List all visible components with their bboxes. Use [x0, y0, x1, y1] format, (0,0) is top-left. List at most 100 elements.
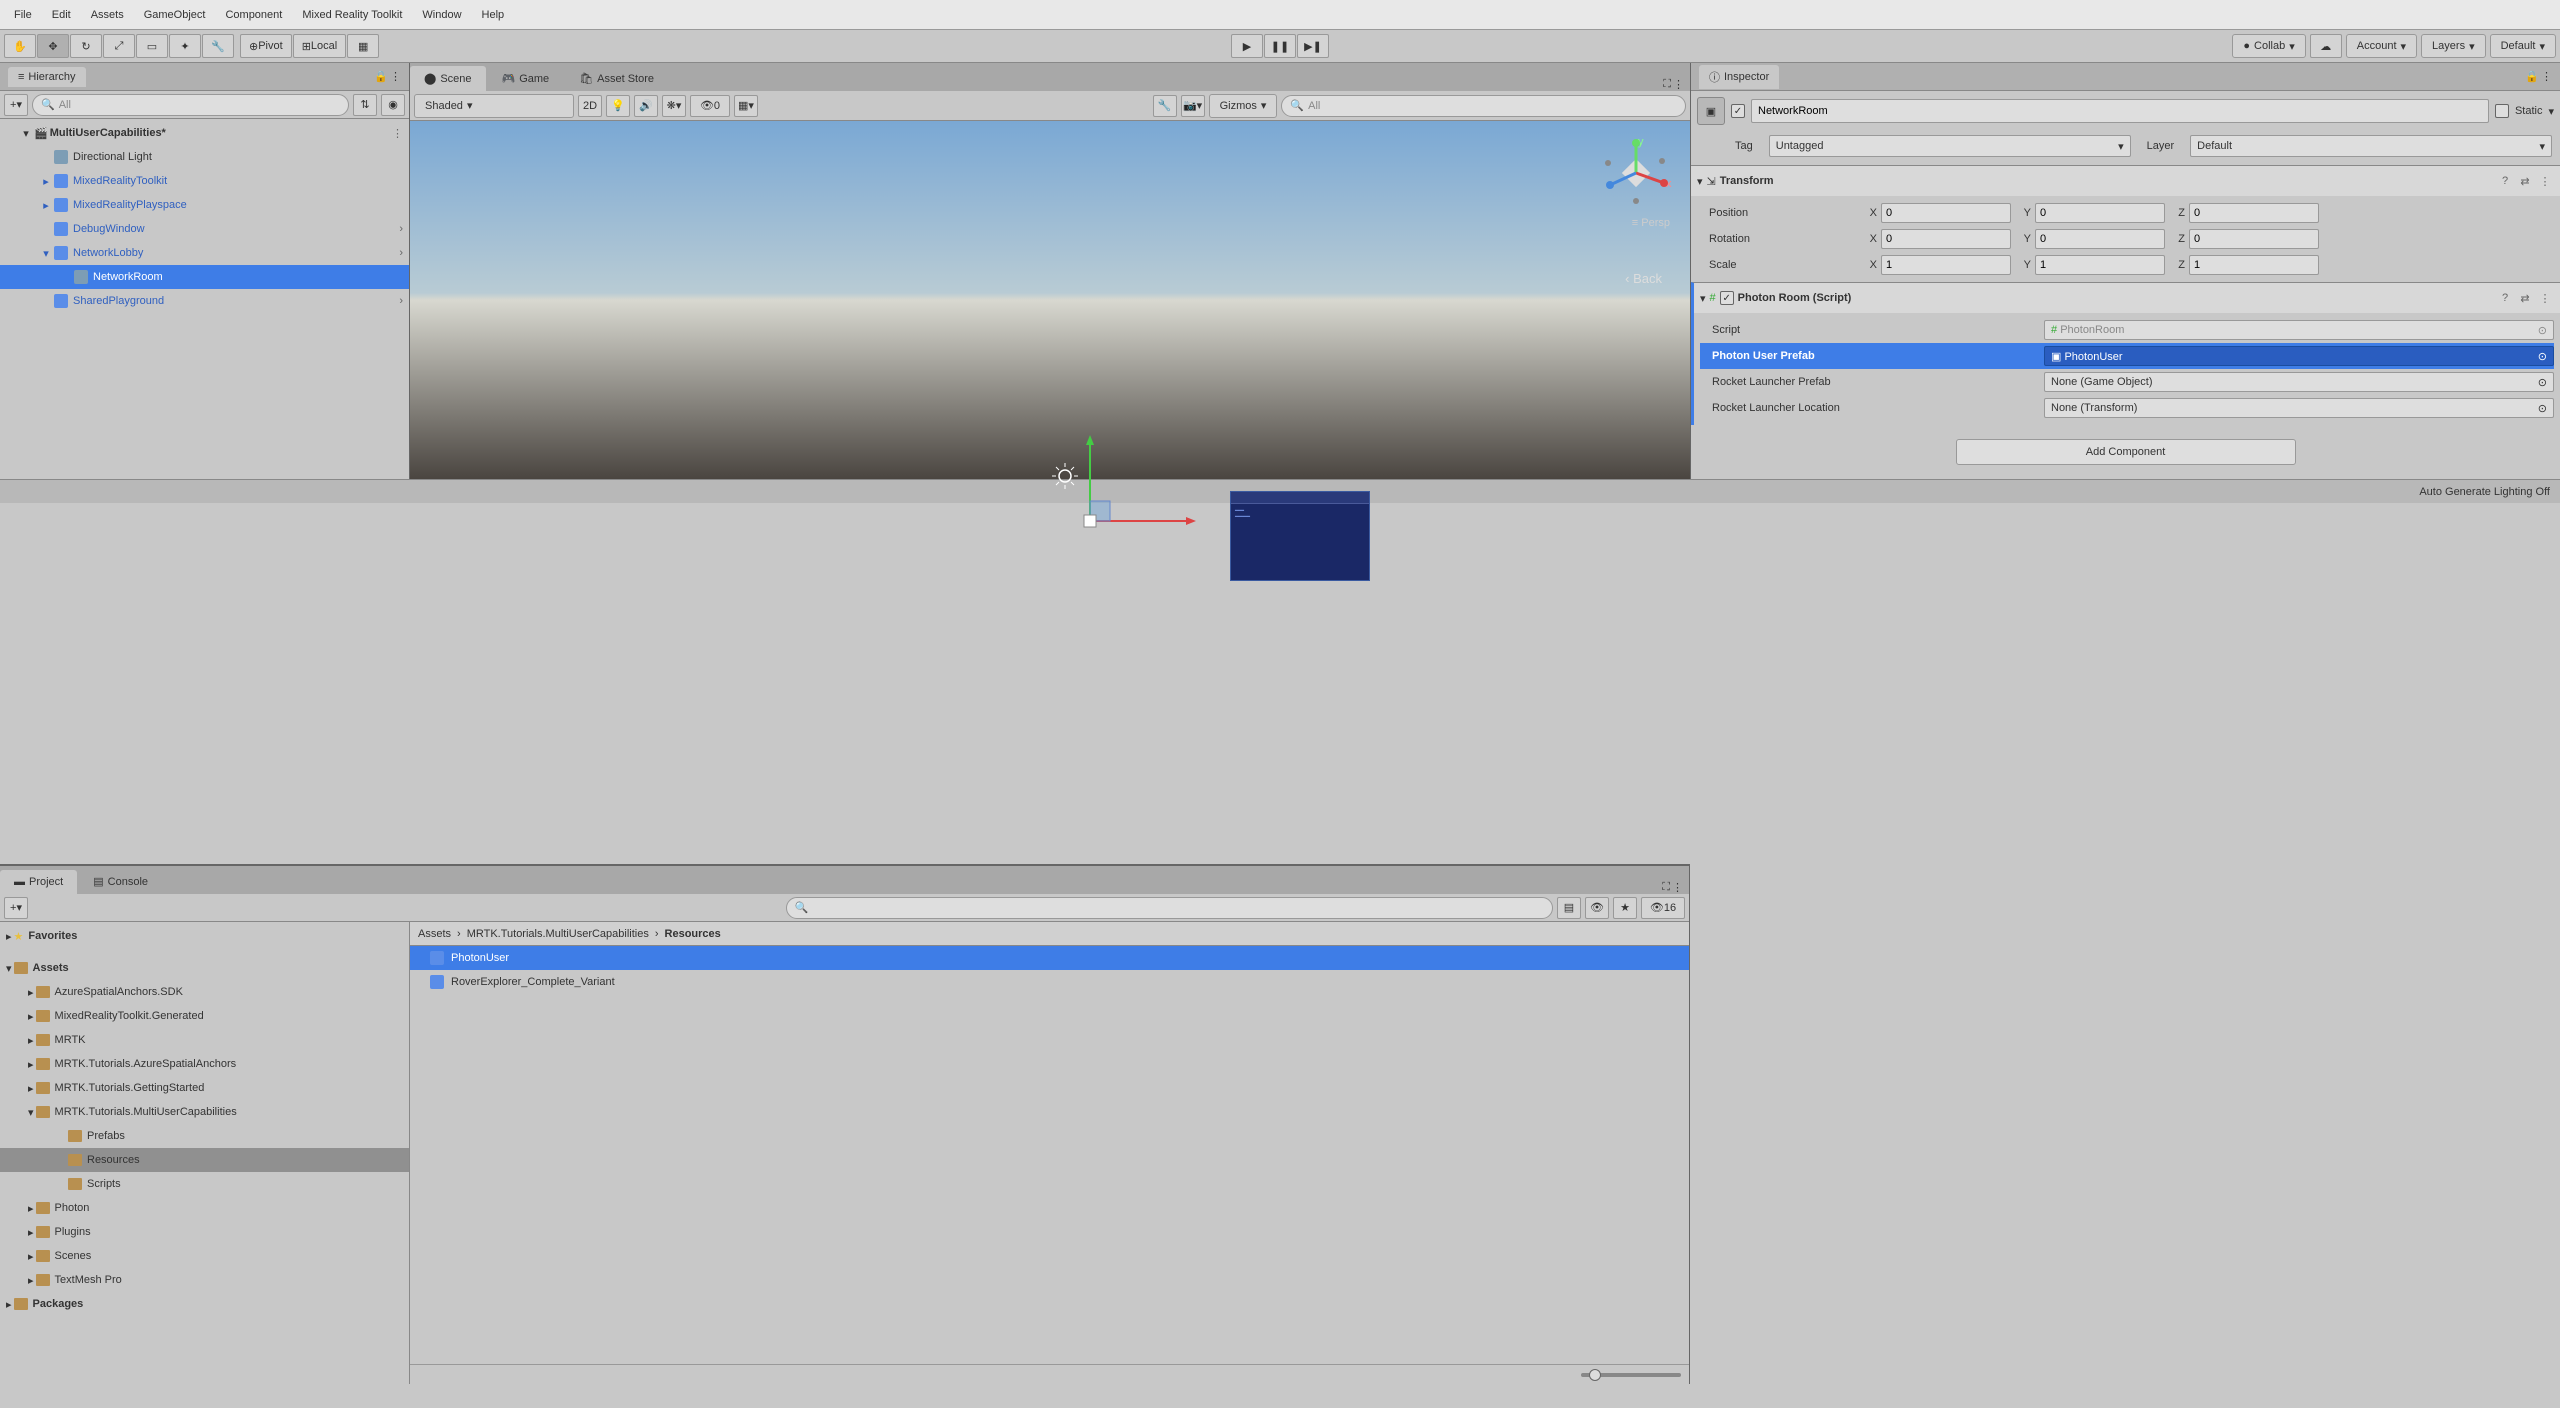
- move-gizmo[interactable]: [1040, 431, 1220, 561]
- menu-icon[interactable]: ⋮: [1673, 78, 1684, 91]
- hand-tool[interactable]: ✋: [4, 34, 36, 58]
- position-x-input[interactable]: [1881, 203, 2011, 223]
- custom-tool[interactable]: 🔧: [202, 34, 234, 58]
- pause-button[interactable]: ❚❚: [1264, 34, 1296, 58]
- breadcrumb-item[interactable]: Resources: [665, 928, 721, 940]
- lock-icon[interactable]: 🔒: [374, 70, 388, 83]
- project-search[interactable]: 🔍: [786, 897, 1554, 919]
- asset-photonuser[interactable]: PhotonUser: [410, 946, 1689, 970]
- assets-folder[interactable]: ▾Assets: [0, 956, 409, 980]
- folder-item[interactable]: ▸MRTK.Tutorials.AzureSpatialAnchors: [0, 1052, 409, 1076]
- fx-toggle[interactable]: ❋▾: [662, 95, 686, 117]
- collab-dropdown[interactable]: ●Collab▾: [2232, 34, 2305, 58]
- scene-root[interactable]: ▾🎬 MultiUserCapabilities* ⋮: [0, 121, 409, 145]
- position-z-input[interactable]: [2189, 203, 2319, 223]
- hier-filter[interactable]: ◉: [381, 94, 405, 116]
- object-name-input[interactable]: [1751, 99, 2489, 123]
- preset-icon[interactable]: ⇄: [2516, 292, 2534, 305]
- hier-sort[interactable]: ⇅: [353, 94, 377, 116]
- move-tool[interactable]: ✥: [37, 34, 69, 58]
- persp-label[interactable]: ≡ Persp: [1632, 217, 1670, 229]
- layer-dropdown[interactable]: Default▾: [2190, 135, 2552, 157]
- folder-item[interactable]: ▸MixedRealityToolkit.Generated: [0, 1004, 409, 1028]
- tree-item-playspace[interactable]: ▸MixedRealityPlayspace: [0, 193, 409, 217]
- tree-item-mrtk[interactable]: ▸MixedRealityToolkit: [0, 169, 409, 193]
- breadcrumb-item[interactable]: MRTK.Tutorials.MultiUserCapabilities: [467, 928, 649, 940]
- menu-assets[interactable]: Assets: [81, 5, 134, 25]
- rotate-tool[interactable]: ↻: [70, 34, 102, 58]
- folder-item[interactable]: ▸MRTK.Tutorials.GettingStarted: [0, 1076, 409, 1100]
- tag-dropdown[interactable]: Untagged▾: [1769, 135, 2131, 157]
- menu-icon[interactable]: ⋮: [390, 70, 401, 83]
- menu-edit[interactable]: Edit: [42, 5, 81, 25]
- hierarchy-search[interactable]: 🔍 All: [32, 94, 349, 116]
- account-dropdown[interactable]: Account ▾: [2346, 34, 2417, 58]
- tree-item-sharedplayground[interactable]: SharedPlayground›: [0, 289, 409, 313]
- snap-toggle[interactable]: ▦: [347, 34, 379, 58]
- cloud-button[interactable]: ☁: [2310, 34, 2342, 58]
- rotation-z-input[interactable]: [2189, 229, 2319, 249]
- layout-dropdown[interactable]: Default ▾: [2490, 34, 2556, 58]
- scale-tool[interactable]: ⤢: [103, 34, 135, 58]
- lighting-status[interactable]: Auto Generate Lighting Off: [2419, 486, 2550, 498]
- pivot-toggle[interactable]: ⊕Pivot: [240, 34, 292, 58]
- folder-item[interactable]: ▸MRTK: [0, 1028, 409, 1052]
- 2d-toggle[interactable]: 2D: [578, 95, 602, 117]
- tree-item-networkroom[interactable]: NetworkRoom: [0, 265, 409, 289]
- create-dropdown[interactable]: +▾: [4, 897, 28, 919]
- layers-dropdown[interactable]: Layers ▾: [2421, 34, 2486, 58]
- game-tab[interactable]: 🎮 Game: [488, 66, 564, 91]
- create-dropdown[interactable]: +▾: [4, 94, 28, 116]
- scene-tab[interactable]: ⬤ Scene: [410, 66, 486, 91]
- menu-component[interactable]: Component: [215, 5, 292, 25]
- asset-roverexplorer[interactable]: RoverExplorer_Complete_Variant: [410, 970, 1689, 994]
- breadcrumb-item[interactable]: Assets: [418, 928, 451, 940]
- folder-item[interactable]: ▸Plugins: [0, 1220, 409, 1244]
- rotation-y-input[interactable]: [2035, 229, 2165, 249]
- scene-viewport[interactable]: y x ≡ Persp ‹ Back: [410, 121, 1690, 479]
- local-toggle[interactable]: ⊞Local: [293, 34, 347, 58]
- scale-z-input[interactable]: [2189, 255, 2319, 275]
- menu-gameobject[interactable]: GameObject: [134, 5, 216, 25]
- user-prefab-field[interactable]: ▣ PhotonUser⊙: [2044, 346, 2554, 366]
- help-icon[interactable]: ?: [2496, 292, 2514, 305]
- tree-item-debugwindow[interactable]: DebugWindow›: [0, 217, 409, 241]
- step-button[interactable]: ▶❚: [1297, 34, 1329, 58]
- hidden-toggle[interactable]: 👁 0: [690, 95, 730, 117]
- asset-store-tab[interactable]: 🛍 Asset Store: [565, 66, 668, 91]
- launcher-loc-field[interactable]: None (Transform)⊙: [2044, 398, 2554, 418]
- orientation-gizmo[interactable]: y x: [1596, 133, 1676, 213]
- folder-item[interactable]: ▸Scenes: [0, 1244, 409, 1268]
- lighting-toggle[interactable]: 💡: [606, 95, 630, 117]
- filter-icon[interactable]: ▤: [1557, 897, 1581, 919]
- star-icon[interactable]: ★: [1613, 897, 1637, 919]
- gizmos-dropdown[interactable]: Gizmos ▾: [1209, 94, 1278, 118]
- packages-folder[interactable]: ▸Packages: [0, 1292, 409, 1316]
- menu-mrtk[interactable]: Mixed Reality Toolkit: [292, 5, 412, 25]
- zoom-slider[interactable]: [1581, 1373, 1681, 1377]
- favorites-folder[interactable]: ▸★Favorites: [0, 924, 409, 948]
- preset-icon[interactable]: ⇄: [2516, 175, 2534, 188]
- inspector-tab[interactable]: ⓘ Inspector: [1699, 65, 1779, 89]
- position-y-input[interactable]: [2035, 203, 2165, 223]
- folder-item-resources[interactable]: Resources: [0, 1148, 409, 1172]
- tree-item-networklobby[interactable]: ▾NetworkLobby›: [0, 241, 409, 265]
- back-button[interactable]: ‹ Back: [1625, 271, 1662, 286]
- menu-icon[interactable]: ⋮: [1672, 881, 1683, 894]
- add-component-button[interactable]: Add Component: [1956, 439, 2296, 465]
- grid-toggle[interactable]: ▦▾: [734, 95, 758, 117]
- eye-icon[interactable]: 👁: [1585, 897, 1609, 919]
- menu-icon[interactable]: ⋮: [2536, 292, 2554, 305]
- camera-icon[interactable]: 📷▾: [1181, 95, 1205, 117]
- hierarchy-tab[interactable]: ≡ Hierarchy: [8, 67, 86, 87]
- launcher-prefab-field[interactable]: None (Game Object)⊙: [2044, 372, 2554, 392]
- scene-search[interactable]: 🔍 All: [1281, 95, 1686, 117]
- lock-icon[interactable]: 🔒: [2525, 70, 2539, 83]
- audio-toggle[interactable]: 🔊: [634, 95, 658, 117]
- component-enabled-checkbox[interactable]: ✓: [1720, 291, 1734, 305]
- help-icon[interactable]: ?: [2496, 175, 2514, 188]
- scale-x-input[interactable]: [1881, 255, 2011, 275]
- play-button[interactable]: ▶: [1231, 34, 1263, 58]
- active-checkbox[interactable]: ✓: [1731, 104, 1745, 118]
- menu-icon[interactable]: ⋮: [2541, 70, 2552, 83]
